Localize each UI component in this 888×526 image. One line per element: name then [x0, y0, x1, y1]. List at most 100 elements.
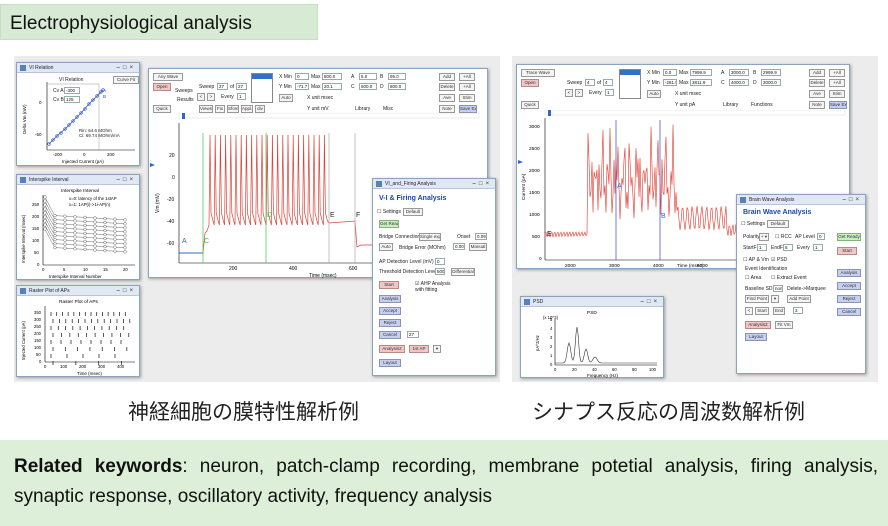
fa-auto-button[interactable]: Auto [379, 243, 393, 251]
fa-start-button[interactable]: Start [379, 281, 399, 289]
fa-analysis2-button[interactable]: Analysis2 [379, 345, 405, 353]
bw-settings-select[interactable]: Default [767, 220, 789, 228]
bw-window-titlebar[interactable]: Brain Wave Analysis –□× [737, 195, 865, 205]
next-sweep-button[interactable]: > [207, 93, 215, 101]
window-controls-icon[interactable]: –□× [843, 195, 862, 204]
threshold-field[interactable]: 500 [435, 268, 445, 275]
extract-checkbox[interactable]: ☐ Extract Event [771, 275, 807, 281]
bw-start2-button[interactable]: Start [755, 307, 769, 315]
auto-button[interactable]: Auto [279, 94, 293, 102]
fix-button[interactable]: Fix [215, 105, 225, 113]
add-point-button[interactable]: Add Point [787, 295, 811, 303]
cursor-b-field[interactable]: 95.0 [388, 73, 406, 80]
x-max-field[interactable]: 800.0 [322, 73, 342, 80]
bw-cancel-button[interactable]: Cancel [837, 308, 861, 316]
y-scroll-icon[interactable] [150, 163, 155, 167]
r-delete-all-button[interactable]: +All [829, 79, 845, 87]
bridge-connection-select[interactable]: Single exp [419, 233, 441, 241]
x-unit-select[interactable]: X unit msec [307, 95, 333, 101]
r-next-button[interactable]: > [575, 89, 583, 97]
y-max-field[interactable]: 20.1 [322, 83, 342, 90]
misc-select[interactable]: Misc [383, 106, 393, 112]
add-all-button[interactable]: +All [459, 73, 475, 81]
r-add-button[interactable]: Add [809, 69, 825, 77]
fa-window-titlebar[interactable]: VI_and_Firing Analysis –□× [373, 179, 495, 189]
r-sweep-field[interactable]: 4 [585, 79, 595, 86]
wave-select[interactable]: Any Wave [153, 73, 183, 81]
y-min-field[interactable]: -71.7 [295, 83, 309, 90]
appl-button[interactable]: Appl. [241, 105, 253, 113]
fa-cancel-button[interactable]: Cancel [379, 331, 401, 339]
endf-field[interactable]: 5 [783, 244, 793, 251]
r-wave-select[interactable]: Trace Wave [521, 69, 555, 77]
bw-every-field[interactable]: 1 [813, 244, 823, 251]
fa-manual-button[interactable]: Manual [469, 243, 487, 251]
delete-all-button[interactable]: +All [459, 83, 475, 91]
fa-analysis-button[interactable]: Analysis [379, 295, 401, 303]
ap-detection-field[interactable]: 0 [435, 258, 445, 265]
every-field[interactable]: 1 [237, 93, 246, 100]
sfore-button[interactable]: Sfore [227, 105, 239, 113]
div-button[interactable]: div [255, 105, 265, 113]
bw-settings-checkbox[interactable]: ☐ [741, 221, 745, 227]
onset-field[interactable]: 0.09 [475, 233, 487, 240]
r-y-max-field[interactable]: 3811.9 [690, 79, 712, 86]
raster-window-titlebar[interactable]: Raster Plot of APs –□× [17, 286, 139, 296]
baseline-sd-field[interactable]: non [773, 285, 783, 292]
quick-button[interactable]: Quick [153, 105, 171, 113]
ahp-checkbox[interactable]: ☑ AHP Analysis with fitting [415, 281, 455, 293]
window-controls-icon[interactable]: –□× [641, 297, 660, 306]
fa-settings-select[interactable]: Default [403, 208, 423, 216]
bw-number-field[interactable]: 3 [793, 307, 803, 314]
first-ap-select[interactable]: ▾ [433, 345, 441, 353]
x-min-field[interactable]: 0 [295, 73, 309, 80]
y-unit-select[interactable]: Y unit mV [307, 106, 329, 112]
r-ave-button[interactable]: Ave [809, 90, 825, 98]
r-delete-button[interactable]: Delete [809, 79, 825, 87]
sweep-list[interactable] [251, 73, 273, 103]
find-point-button[interactable]: Find Point [745, 295, 769, 303]
prev-sweep-button[interactable]: < [197, 93, 205, 101]
r-scroll-thumb[interactable] [548, 110, 551, 116]
bw-start-button[interactable]: Start [837, 247, 857, 255]
bw-accept-button[interactable]: Accept [837, 282, 861, 290]
r-x-max-field[interactable]: 7999.9 [690, 69, 712, 76]
r-cursor-b-field[interactable]: 2999.9 [761, 69, 781, 76]
window-controls-icon[interactable]: –□× [473, 179, 492, 188]
r-prev-button[interactable]: < [565, 89, 573, 97]
note-button[interactable]: Note [439, 105, 455, 113]
isi-window-titlebar[interactable]: Interspike Interval –□× [17, 175, 139, 185]
r-cursor-d-field[interactable]: 3000.0 [761, 79, 781, 86]
ap-vm-checkbox[interactable]: ☐ AP & Vm [743, 257, 769, 263]
fa-count-field[interactable]: 27 [407, 331, 419, 338]
r-quick-button[interactable]: Quick [521, 101, 539, 109]
r-sweep-list[interactable] [619, 69, 641, 99]
psd-checkbox[interactable]: ☑ PSD [771, 257, 787, 263]
bw-analysis-button[interactable]: Analysis [837, 269, 861, 277]
r-stim-button[interactable]: Stim [829, 90, 845, 98]
views-button[interactable]: Views [199, 105, 213, 113]
window-controls-icon[interactable]: –□× [117, 175, 136, 184]
r-x-min-field[interactable]: 0.0 [663, 69, 677, 76]
r-every-field[interactable]: 1 [605, 89, 614, 96]
open-button[interactable]: Open [153, 83, 171, 91]
r-auto-button[interactable]: Auto [647, 90, 661, 98]
fa-layout-button[interactable]: Layout [379, 359, 401, 367]
r-y-scroll-icon[interactable] [518, 160, 523, 164]
cursor-c-field[interactable]: 500.0 [359, 83, 377, 90]
r-save-ex-button[interactable]: Save Ex [829, 101, 847, 109]
bw-analysis2-button[interactable]: Analysis2 [745, 321, 771, 329]
area-checkbox[interactable]: ☐ Area [745, 275, 761, 281]
save-ex-button[interactable]: Save Ex [459, 105, 477, 113]
r-y-unit-select[interactable]: Y unit pA [675, 102, 695, 108]
bw-get-ready-button[interactable]: Get Ready [837, 233, 861, 241]
differential-button[interactable]: Differential [451, 268, 475, 276]
r-note-button[interactable]: Note [809, 101, 825, 109]
r-functions-select[interactable]: Functions [751, 102, 773, 108]
r-cursor-a-field[interactable]: 3000.0 [729, 69, 749, 76]
cursor-a-field[interactable]: 5.0 [359, 73, 377, 80]
fa-accept-button[interactable]: Accept [379, 307, 401, 315]
ap-level-field[interactable]: 0 [817, 233, 825, 240]
psd-window-titlebar[interactable]: PSD –□× [521, 297, 663, 307]
polarity-select[interactable]: + ▾ [759, 233, 769, 241]
